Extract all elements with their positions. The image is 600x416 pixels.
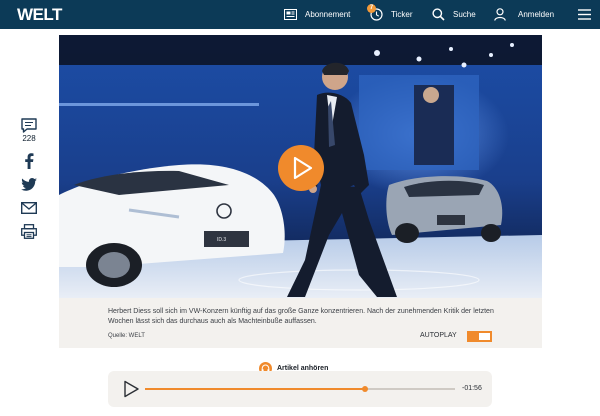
nav-suche[interactable]: Suche [432,0,476,29]
nav-abonnement[interactable]: Abonnement [284,0,350,29]
comment-icon [21,118,37,133]
autoplay-toggle[interactable] [467,331,492,342]
nav-suche-label: Suche [453,10,476,19]
welt-logo[interactable]: WELT [17,5,62,25]
autoplay-toggle-knob [479,333,490,340]
print-button[interactable] [20,224,38,239]
comments-button[interactable]: 228 [20,118,38,143]
menu-button[interactable] [578,0,591,29]
mail-share-button[interactable] [20,202,38,214]
mail-icon [21,202,37,214]
hamburger-menu-icon [578,9,591,20]
video-player[interactable]: ID.3 [59,35,542,298]
twitter-icon [21,178,37,191]
audio-play-button[interactable] [122,380,140,398]
audio-progress-track[interactable] [145,386,455,392]
video-play-button[interactable] [278,145,324,191]
audio-time-remaining: -01:56 [462,385,482,392]
comment-count: 228 [22,134,36,143]
site-header: WELT Abonnement Ticker 7 Suche Anmelden [0,0,600,29]
facebook-icon [25,153,34,169]
play-icon [279,146,323,190]
video-source: Quelle: WELT [108,333,145,339]
nav-ticker-label: Ticker [391,10,413,19]
print-icon [21,224,37,239]
user-icon [494,8,506,21]
audio-player: -01:56 [108,371,492,407]
car-plate: ID.3 [217,237,226,243]
nav-anmelden[interactable]: Anmelden [494,0,554,29]
twitter-share-button[interactable] [20,178,38,191]
facebook-share-button[interactable] [20,153,38,169]
play-icon [124,380,139,398]
nav-anmelden-label: Anmelden [518,10,555,19]
video-caption-panel: Herbert Diess soll sich im VW-Konzern kü… [59,298,542,348]
autoplay-label: AUTOPLAY [420,332,457,339]
audio-progress-fill [145,388,366,390]
ticker-badge: 7 [367,4,376,13]
search-icon [432,8,445,21]
social-share-rail: 228 [20,118,38,239]
audio-progress-handle[interactable] [362,386,369,392]
newspaper-icon [284,9,297,20]
video-caption: Herbert Diess soll sich im VW-Konzern kü… [108,308,494,325]
nav-ticker[interactable]: Ticker [370,0,412,29]
nav-abonnement-label: Abonnement [305,10,351,19]
